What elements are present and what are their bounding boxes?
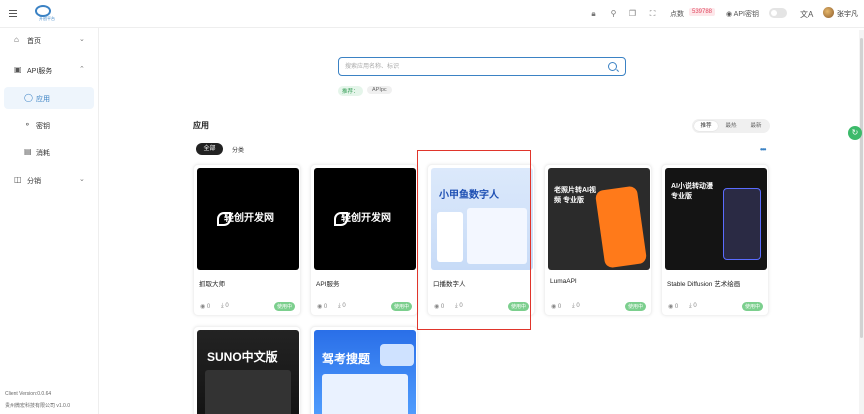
app-thumbnail: SUNO中文版 xyxy=(197,330,299,414)
chevron-down-icon: ⌄ xyxy=(79,176,85,183)
page-title: 应用 xyxy=(193,121,209,130)
recommend-tag[interactable]: APIpc xyxy=(367,86,392,94)
app-card-luma-api[interactable]: 老照片转AI视频 专业版 LumaAPI ◉ 0 ⤓ 0 使用中 xyxy=(544,164,652,316)
recommend-label: 推荐： xyxy=(338,86,363,96)
lock-icon[interactable]: 🔒︎ xyxy=(589,9,598,18)
views-count: ◉ 0 xyxy=(668,304,679,310)
phone-mockup xyxy=(723,188,761,260)
chevron-down-icon: ⌄ xyxy=(79,36,85,43)
category-all-button[interactable]: 全部 xyxy=(196,143,223,155)
thumb-title: 老照片转AI视频 专业版 xyxy=(554,187,596,204)
store-icon: ▣ xyxy=(14,65,22,74)
username[interactable]: 张宇凡 xyxy=(837,9,858,19)
downloads-count: ⤓ 0 xyxy=(689,303,697,309)
top-header: 开创平台 🔒︎ ⚲ ❐ ⛶ 点数 539788 ◉ API密钥 文A 张宇凡 xyxy=(0,0,864,28)
sidebar-item-api-service[interactable]: ▣ API服务 ⌃ xyxy=(0,59,99,81)
share-icon: ◫ xyxy=(14,175,22,184)
app-card-driving-test[interactable]: 驾考搜题 xyxy=(310,326,418,414)
company-name: 贵州微宏科技有限公司 v1.0.0 xyxy=(5,403,71,409)
app-name: Stable Diffusion 艺术绘画 xyxy=(667,281,741,288)
status-badge: 使用中 xyxy=(742,302,764,311)
highlight-frame xyxy=(417,150,531,330)
app-logo[interactable]: 开创平台 xyxy=(33,5,57,23)
more-icon[interactable]: ••• xyxy=(760,145,766,154)
avatar[interactable] xyxy=(823,7,834,18)
thumb-title: AI小说转动漫 专业版 xyxy=(671,183,713,200)
search-icon[interactable]: ⚲ xyxy=(609,9,618,18)
ui-mockup xyxy=(322,374,408,414)
points-label: 点数 xyxy=(670,11,684,18)
sidebar-item-label: 密钥 xyxy=(36,123,50,130)
tab-newest[interactable]: 最新 xyxy=(744,121,768,131)
app-thumbnail: AI小说转动漫 专业版 xyxy=(665,168,767,270)
translate-icon[interactable]: 文A xyxy=(800,9,813,20)
sidebar-item-label: 分销 xyxy=(27,178,41,185)
sidebar-item-apps[interactable]: ◯ 应用 xyxy=(4,87,94,109)
sidebar-item-keys[interactable]: ⚬ 密钥 xyxy=(0,114,99,136)
key-icon: ⚬ xyxy=(24,120,31,129)
app-thumbnail: 轻创开发网 xyxy=(314,168,416,270)
scrollbar[interactable] xyxy=(859,30,864,414)
app-icon: ◯ xyxy=(24,93,33,102)
search-icon[interactable] xyxy=(608,62,617,71)
sidebar-item-label: 首页 xyxy=(27,38,41,45)
theme-toggle[interactable] xyxy=(769,8,787,18)
ui-mockup xyxy=(205,370,291,414)
status-badge: 使用中 xyxy=(625,302,647,311)
downloads-count: ⤓ 0 xyxy=(572,303,580,309)
menu-toggle-icon[interactable] xyxy=(9,10,17,17)
search-input[interactable] xyxy=(345,61,595,73)
client-version: Client Version:0.0.64 xyxy=(5,391,52,397)
fullscreen-icon[interactable]: ⛶ xyxy=(648,9,657,18)
floating-helper-button[interactable]: ↻ xyxy=(848,126,862,140)
thumb-title: 驾考搜题 xyxy=(322,352,371,366)
app-name: 抓取大师 xyxy=(199,281,225,288)
search-box[interactable] xyxy=(338,57,626,76)
status-badge: 使用中 xyxy=(274,302,296,311)
app-card-api-service[interactable]: 轻创开发网 API服务 ◉ 0 ⤓ 0 使用中 xyxy=(310,164,418,316)
sidebar: ⌂ 首页 ⌄ ▣ API服务 ⌃ ◯ 应用 ⚬ 密钥 ▤ 消耗 ◫ 分销 ⌄ xyxy=(0,28,99,414)
downloads-count: ⤓ 0 xyxy=(221,303,229,309)
receipt-icon: ▤ xyxy=(24,147,32,156)
sort-tabs: 推荐 最热 最新 xyxy=(692,119,770,133)
app-card-suno[interactable]: SUNO中文版 xyxy=(193,326,301,414)
points-value-badge: 539788 xyxy=(689,8,716,16)
api-key-label: API密钥 xyxy=(733,11,759,18)
home-icon: ⌂ xyxy=(14,35,19,44)
api-key-link[interactable]: ◉ API密钥 xyxy=(726,9,759,19)
views-count: ◉ 0 xyxy=(200,304,211,310)
downloads-count: ⤓ 0 xyxy=(338,303,346,309)
app-name: LumaAPI xyxy=(550,278,577,285)
scrollbar-thumb[interactable] xyxy=(860,38,863,338)
tab-hottest[interactable]: 最热 xyxy=(719,121,743,131)
app-card-stable-diffusion[interactable]: AI小说转动漫 专业版 Stable Diffusion 艺术绘画 ◉ 0 ⤓ … xyxy=(661,164,769,316)
views-count: ◉ 0 xyxy=(551,304,562,310)
views-count: ◉ 0 xyxy=(317,304,328,310)
category-class-button[interactable]: 分类 xyxy=(232,145,244,154)
brand-mark: 轻创开发网 xyxy=(334,210,396,228)
app-thumbnail: 老照片转AI视频 专业版 xyxy=(548,168,650,270)
sidebar-item-label: 消耗 xyxy=(36,150,50,157)
chevron-up-icon: ⌃ xyxy=(79,66,85,73)
brand-mark: 轻创开发网 xyxy=(217,210,279,228)
app-thumbnail: 轻创开发网 xyxy=(197,168,299,270)
app-card-grabber[interactable]: 轻创开发网 抓取大师 ◉ 0 ⤓ 0 使用中 xyxy=(193,164,301,316)
phone-mockup xyxy=(594,185,648,269)
sidebar-item-label: API服务 xyxy=(27,68,53,75)
car-illustration xyxy=(380,344,414,366)
sidebar-item-consumption[interactable]: ▤ 消耗 xyxy=(0,141,99,163)
copy-icon[interactable]: ❐ xyxy=(628,9,637,18)
sidebar-item-distribution[interactable]: ◫ 分销 ⌄ xyxy=(0,169,99,191)
sidebar-item-home[interactable]: ⌂ 首页 ⌄ xyxy=(0,29,99,51)
sidebar-item-label: 应用 xyxy=(36,96,50,103)
tab-recommended[interactable]: 推荐 xyxy=(694,121,718,131)
app-name: API服务 xyxy=(316,281,340,288)
status-badge: 使用中 xyxy=(391,302,413,311)
logo-text: 开创平台 xyxy=(39,16,55,21)
thumb-title: SUNO中文版 xyxy=(207,350,278,364)
app-thumbnail: 驾考搜题 xyxy=(314,330,416,414)
